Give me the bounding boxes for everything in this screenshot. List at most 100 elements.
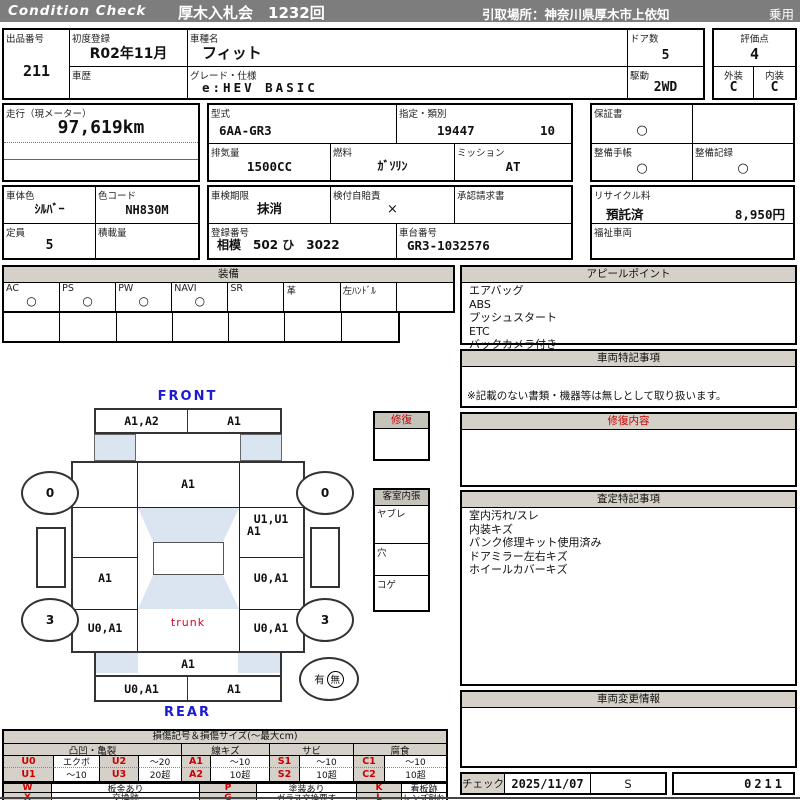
- equipment-empty-cell: [60, 313, 117, 341]
- cabin-row-burn: コゲ: [375, 576, 428, 610]
- equipment-label: PS: [62, 283, 74, 294]
- legend-code: U1: [4, 768, 54, 781]
- drive-value: 2WD: [653, 80, 678, 95]
- chassis-number-value: GR3-1032576: [407, 238, 490, 253]
- check-inspector-cell: S: [624, 776, 632, 791]
- left-mirror: [36, 527, 66, 588]
- assessment-item: ドアミラー左右キズ: [469, 549, 568, 563]
- capacity-value: 5: [45, 238, 54, 253]
- doors-value: 5: [661, 48, 670, 63]
- warranty-value: ○: [636, 123, 648, 138]
- designation-label: 指定・類別: [399, 109, 447, 120]
- equipment-label: AC: [6, 283, 19, 294]
- model-code-cell: 型式 6AA-GR3: [209, 105, 397, 144]
- transmission-label: ミッション: [457, 148, 505, 159]
- first-registration-cell: 初度登録 R02年11月: [70, 30, 188, 67]
- drive-cell: 駆動 2WD: [628, 67, 703, 98]
- equipment-table-row2: [2, 313, 400, 343]
- equipment-empty-cell: [285, 313, 342, 341]
- damage-legend-row3: W 板金あり P 塗装あり K 看板跡: [4, 784, 446, 793]
- cabin-interior-box: 客室内張 ヤブレ 穴 コゲ: [373, 488, 430, 612]
- legend-code: U2: [100, 756, 139, 768]
- equipment-row: AC ○ PS ○ PW ○ NAVI ○ SR 革 左ﾊﾝﾄﾞﾙ: [4, 282, 453, 311]
- damage-legend-row2: U1 〜10 U3 20超 A2 10超 S2 10超 C2 10超: [4, 768, 446, 781]
- equipment-mark: ○: [138, 293, 149, 308]
- score-value: 4: [749, 45, 760, 63]
- appeal-item: ETC: [469, 324, 490, 338]
- front-right-tire: 0: [296, 471, 354, 515]
- rear-bumper-left-damage: U0,A1: [96, 677, 188, 700]
- bottom-rule: [0, 797, 800, 799]
- rear-panel-damage: A1: [181, 657, 195, 671]
- insurance-cell: 検付自賠責 ×: [331, 187, 455, 224]
- grade-value: e:HEV BASIC: [202, 80, 318, 95]
- equipment-cell-pw: PW ○: [116, 282, 173, 311]
- legend-desc: 10超: [300, 768, 354, 781]
- rear-window: [138, 575, 239, 609]
- legend-desc: 〜10: [54, 768, 100, 781]
- color-code-label: 色コード: [98, 191, 137, 202]
- equipment-mark: ○: [82, 293, 93, 308]
- check-label-cell: チェック: [462, 774, 505, 793]
- assessment-item: 室内汚れ/スレ: [469, 509, 539, 522]
- assessment-item: パンク修理キット使用済み: [469, 536, 602, 549]
- history-cell: 車歴: [70, 67, 188, 98]
- grade-cell: グレード・仕様 e:HEV BASIC: [188, 67, 628, 98]
- equipment-label: SR: [230, 283, 244, 294]
- equipment-cell-leather: 革: [284, 282, 341, 311]
- cabin-row-label: ヤブレ: [377, 509, 406, 520]
- right-front-door-damage: U1,U1 A1: [239, 513, 303, 537]
- legend-desc: 10超: [211, 768, 270, 781]
- rear-bumper-right-damage: A1: [227, 681, 241, 696]
- lot-number-label: 出品番号: [6, 34, 45, 45]
- legend-code: W: [4, 784, 52, 793]
- fuel-cell: 燃料 ｶﾞｿﾘﾝ: [331, 144, 455, 180]
- chassis-number-cell: 車台番号 GR3-1032576: [397, 224, 571, 258]
- legend-code: S2: [270, 768, 300, 781]
- maintenance-book-label: 整備手帳: [594, 148, 633, 159]
- legend-desc: エクボ: [54, 756, 100, 768]
- legend-desc: 〜10: [385, 756, 446, 768]
- body-line: [73, 609, 137, 610]
- headlight-right: [240, 434, 282, 461]
- equipment-mark: ○: [194, 293, 206, 308]
- color-code-cell: 色コード NH830M: [96, 187, 198, 224]
- legend-desc: 〜10: [300, 756, 354, 768]
- equipment-cell-sr: SR: [228, 282, 285, 311]
- left-door-damage: A1: [98, 571, 112, 585]
- assessment-item: 内装キズ: [469, 522, 513, 536]
- welfare-vehicle-cell: 福祉車両: [592, 224, 793, 258]
- insurance-value: ×: [387, 202, 398, 217]
- designation-cell: 指定・類別 19447 10: [397, 105, 571, 144]
- welfare-vehicle-label: 福祉車両: [594, 228, 633, 239]
- displacement-label: 排気量: [211, 148, 240, 159]
- equipment-empty-cell: [117, 313, 173, 341]
- recycle-amount: 8,950円: [734, 207, 785, 222]
- body-line: [239, 557, 303, 558]
- equipment-mark: ○: [26, 293, 37, 308]
- mileage-box: 走行（現メーター） 97,619km: [2, 103, 200, 182]
- lot-number-value: 211: [22, 62, 51, 80]
- roof: [153, 542, 224, 575]
- doors-cell: ドア数 5: [628, 30, 703, 67]
- assessment-item: ホイールカバーキズ: [469, 563, 568, 576]
- right-rear-door-damage: U0,A1: [253, 571, 289, 585]
- right-mirror: [310, 527, 340, 588]
- model-name-cell: 車種名 フィット: [188, 30, 628, 67]
- front-bumper-left-damage: A1,A2: [96, 410, 188, 432]
- score-box: 評価点 4 外装 C 内装 C: [712, 28, 797, 100]
- trunk-label: trunk: [170, 616, 206, 629]
- top-header-bar: Condition Check 厚木入札会 1232回 引取場所：神奈川県厚木市…: [0, 0, 800, 22]
- car-body-outline: A1 U1,U1 A1 A1 U0,A1 U0,A1 U0,A1 trunk: [71, 461, 305, 653]
- legend-desc: 〜10: [211, 756, 270, 768]
- legend-desc: 看板跡: [402, 784, 446, 793]
- appeal-item: ABS: [469, 297, 491, 311]
- assessment-notes-section: 査定特記事項 室内汚れ/スレ 内装キズ パンク修理キット使用済み ドアミラー左右…: [460, 490, 797, 686]
- exterior-grade-cell: 外装 C: [714, 67, 754, 98]
- damage-legend-row1: U0 エクボ U2 〜20 A1 〜10 S1 〜10 C1 〜10: [4, 756, 446, 768]
- presence-mark: 有 無: [299, 657, 359, 701]
- cabin-row-label: コゲ: [377, 580, 397, 591]
- cabin-interior-title: 客室内張: [375, 490, 428, 506]
- registration-number-cell: 登録番号 相模 502 ひ 3022: [209, 224, 397, 258]
- registration-number-value: 相模 502 ひ 3022: [217, 238, 340, 252]
